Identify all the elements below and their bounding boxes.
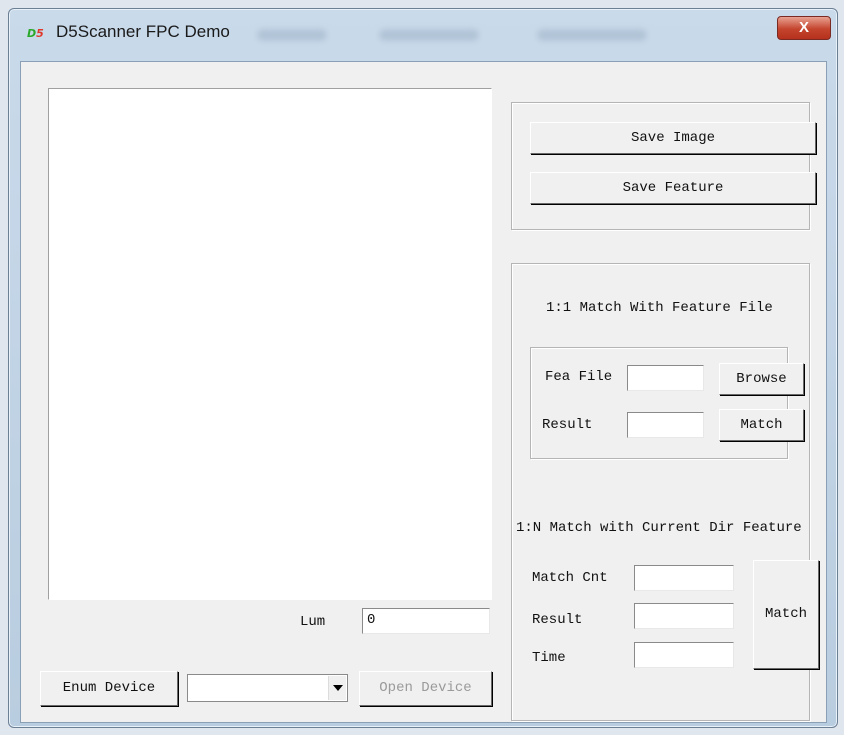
result-field[interactable] <box>627 412 704 438</box>
close-button[interactable]: X <box>777 16 831 40</box>
result-label: Result <box>542 417 593 433</box>
app-logo-icon: D5 <box>27 27 44 40</box>
n-result-field[interactable] <box>634 603 734 629</box>
title-bar[interactable]: D5 D5Scanner FPC Demo X <box>9 9 837 53</box>
blurred-title-region <box>379 29 479 41</box>
open-device-button[interactable]: Open Device <box>359 671 492 706</box>
blurred-title-region <box>257 29 327 41</box>
one-to-n-title: 1:N Match with Current Dir Feature <box>516 520 802 536</box>
save-image-button[interactable]: Save Image <box>530 122 816 154</box>
fingerprint-image-panel <box>48 88 492 600</box>
time-label: Time <box>532 650 566 666</box>
n-result-label: Result <box>532 612 583 628</box>
time-field[interactable] <box>634 642 734 668</box>
chevron-down-icon[interactable] <box>328 676 346 700</box>
fea-file-field[interactable] <box>627 365 704 391</box>
lum-field[interactable]: 0 <box>362 608 490 634</box>
fea-file-label: Fea File <box>545 369 613 385</box>
enum-device-button[interactable]: Enum Device <box>40 671 178 706</box>
app-window: D5 D5Scanner FPC Demo X Lum 0 Enum Devic… <box>8 8 838 728</box>
lum-label: Lum <box>300 614 326 630</box>
match-cnt-label: Match Cnt <box>532 570 608 586</box>
save-feature-button[interactable]: Save Feature <box>530 172 816 204</box>
window-title: D5Scanner FPC Demo <box>56 22 230 41</box>
match-cnt-field[interactable] <box>634 565 734 591</box>
dialog-client-area: Lum 0 Enum Device Open Device Save Image… <box>20 61 827 723</box>
one-to-n-match-button[interactable]: Match <box>753 560 819 669</box>
device-select[interactable] <box>187 674 348 702</box>
browse-button[interactable]: Browse <box>719 363 804 395</box>
one-to-one-match-button[interactable]: Match <box>719 409 804 441</box>
one-to-one-title: 1:1 Match With Feature File <box>546 300 773 316</box>
blurred-title-region <box>537 29 647 41</box>
